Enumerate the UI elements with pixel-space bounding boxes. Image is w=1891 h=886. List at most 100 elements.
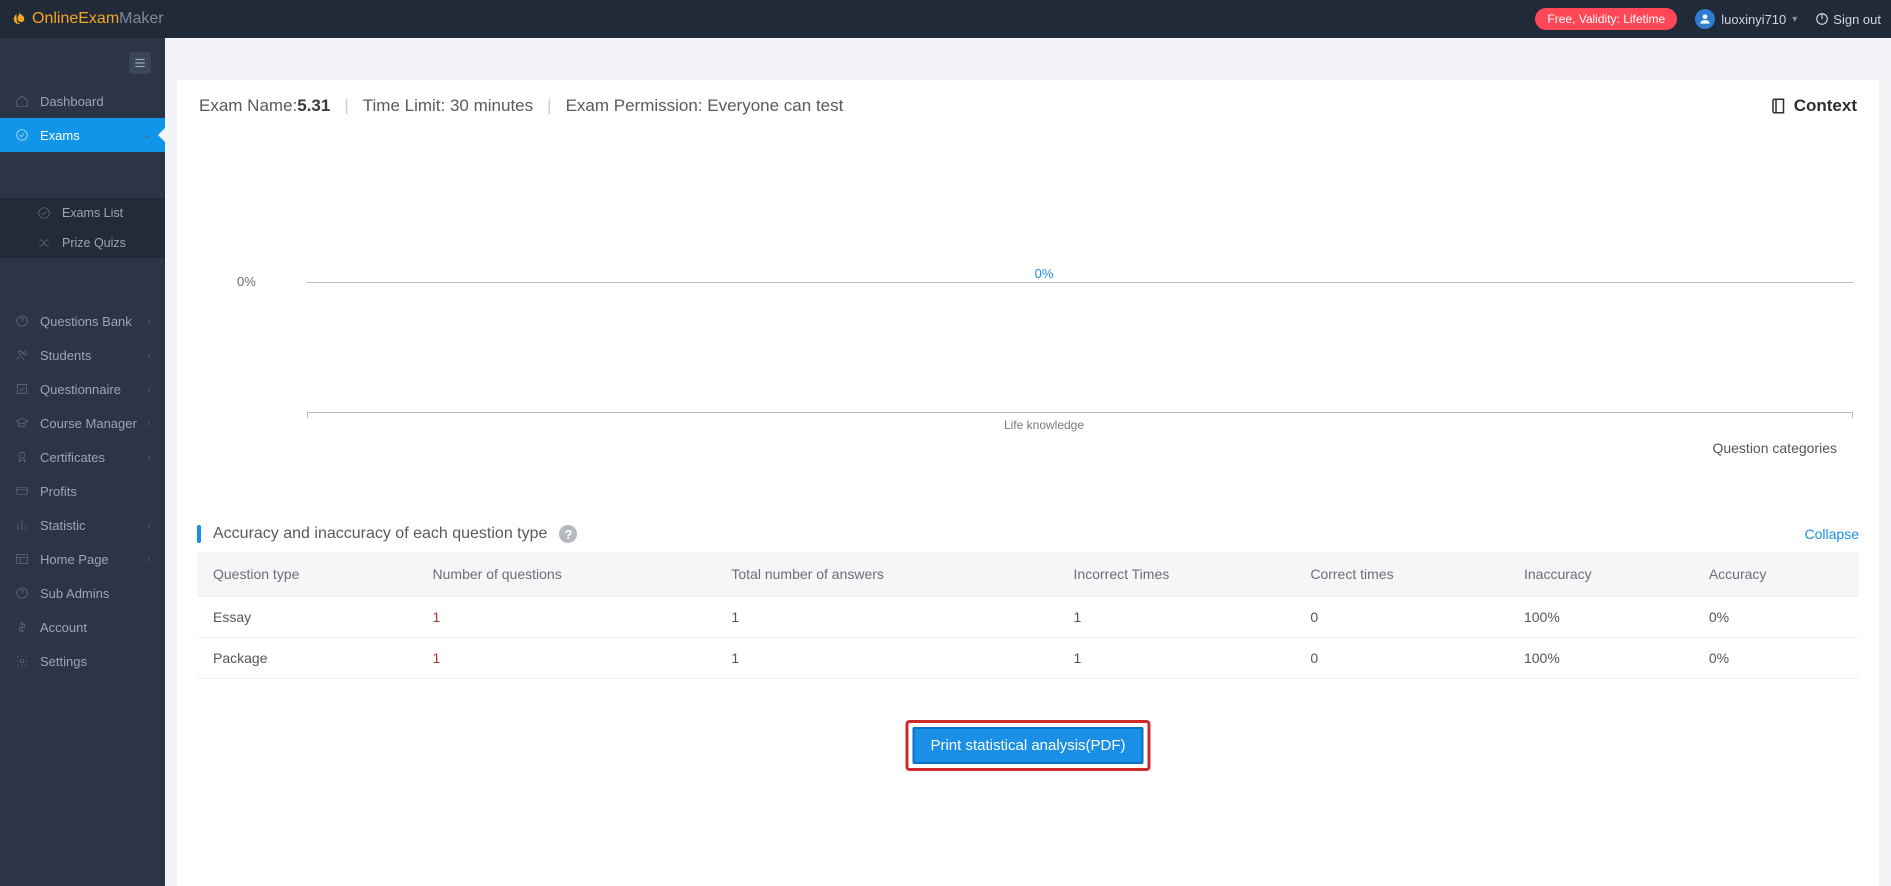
th-accuracy: Accuracy <box>1693 552 1859 597</box>
content-card: 0% 0% Life knowledge Question categories… <box>177 132 1879 886</box>
sidebar-item-label: Account <box>40 620 151 635</box>
sidebar-subitem-prize-quizs[interactable]: Prize Quizs <box>0 228 165 258</box>
cell-tna: 1 <box>715 638 1057 679</box>
sidebar-item-label: Course Manager <box>40 416 148 431</box>
cell-cor: 0 <box>1294 597 1508 638</box>
cell-inacc: 100% <box>1508 597 1693 638</box>
chevron-left-icon: ‹ <box>148 384 151 395</box>
exam-permission: Exam Permission: Everyone can test <box>566 96 844 116</box>
chart-tick <box>307 412 308 418</box>
cell-acc: 0% <box>1693 638 1859 679</box>
exam-name-label: Exam Name: <box>199 96 297 116</box>
th-number-questions: Number of questions <box>417 552 716 597</box>
power-icon <box>1815 12 1829 26</box>
sidebar-item-questions-bank[interactable]: Questions Bank ‹ <box>0 304 165 338</box>
accuracy-table: Question type Number of questions Total … <box>197 552 1859 679</box>
sidebar-item-label: Exams <box>40 128 143 143</box>
table-row: Package 1 1 1 0 100% 0% <box>197 638 1859 679</box>
user-menu[interactable]: luoxinyi710 ▾ <box>1695 9 1797 29</box>
time-limit: Time Limit: 30 minutes <box>363 96 533 116</box>
chart-category-label: Life knowledge <box>1004 418 1084 432</box>
help-icon[interactable]: ? <box>559 525 577 543</box>
gear-icon <box>14 653 30 669</box>
chevron-left-icon: ‹ <box>148 316 151 327</box>
sidebar-item-home-page[interactable]: Home Page ‹ <box>0 542 165 576</box>
th-question-type: Question type <box>197 552 417 597</box>
check-circle-icon <box>14 127 30 143</box>
chart-x-axis <box>307 412 1853 413</box>
signout-label: Sign out <box>1833 12 1881 27</box>
collapse-link[interactable]: Collapse <box>1805 526 1859 542</box>
sidebar-item-settings[interactable]: Settings <box>0 644 165 678</box>
help-circle-icon <box>14 313 30 329</box>
badge-icon <box>14 449 30 465</box>
main: Exam Name: 5.31 | Time Limit: 30 minutes… <box>165 38 1891 886</box>
topbar: OnlineExamMaker Free, Validity: Lifetime… <box>0 0 1891 38</box>
sidebar-subitem-exams-list[interactable]: Exams List <box>0 198 165 228</box>
chart-value-label: 0% <box>1035 266 1054 281</box>
brand-part1: OnlineExam <box>32 10 119 28</box>
graduation-cap-icon <box>14 415 30 431</box>
th-incorrect: Incorrect Times <box>1058 552 1295 597</box>
chevron-left-icon: ‹ <box>148 418 151 429</box>
check-circle-icon <box>36 205 52 221</box>
chevron-left-icon: ‹ <box>148 520 151 531</box>
sidebar-item-students[interactable]: Students ‹ <box>0 338 165 372</box>
context-label: Context <box>1794 96 1857 116</box>
bar-chart-icon <box>14 517 30 533</box>
avatar-icon <box>1695 9 1715 29</box>
chart-region: 0% 0% Life knowledge Question categories <box>227 140 1861 460</box>
page-header: Exam Name: 5.31 | Time Limit: 30 minutes… <box>177 80 1879 132</box>
book-icon <box>1770 97 1788 115</box>
section-header: Accuracy and inaccuracy of each question… <box>197 520 1859 548</box>
th-correct: Correct times <box>1294 552 1508 597</box>
context-button[interactable]: Context <box>1770 96 1857 116</box>
sidebar: Dashboard Exams ⌄ Exams List Prize Quizs… <box>0 38 165 886</box>
cell-nq[interactable]: 1 <box>417 597 716 638</box>
chart-tick <box>1852 412 1853 418</box>
sidebar-item-account[interactable]: Account <box>0 610 165 644</box>
sidebar-item-profits[interactable]: Profits <box>0 474 165 508</box>
cell-inc: 1 <box>1058 638 1295 679</box>
layout-icon <box>14 551 30 567</box>
divider: | <box>547 96 551 116</box>
sidebar-collapse-button[interactable] <box>129 52 151 74</box>
cell-inacc: 100% <box>1508 638 1693 679</box>
sidebar-item-sub-admins[interactable]: Sub Admins <box>0 576 165 610</box>
home-icon <box>14 93 30 109</box>
th-inaccuracy: Inaccuracy <box>1508 552 1693 597</box>
hamburger-icon <box>133 56 147 70</box>
sidebar-item-course-manager[interactable]: Course Manager ‹ <box>0 406 165 440</box>
table-row: Essay 1 1 1 0 100% 0% <box>197 597 1859 638</box>
sidebar-item-label: Profits <box>40 484 151 499</box>
chevron-left-icon: ‹ <box>148 350 151 361</box>
exam-name-value: 5.31 <box>297 96 330 116</box>
chart-x-title: Question categories <box>1712 440 1837 456</box>
sidebar-item-dashboard[interactable]: Dashboard <box>0 84 165 118</box>
sidebar-item-label: Sub Admins <box>40 586 151 601</box>
chevron-left-icon: ‹ <box>148 452 151 463</box>
sidebar-item-label: Prize Quizs <box>62 236 151 250</box>
shuffle-icon <box>36 235 52 251</box>
cell-type: Essay <box>197 597 417 638</box>
logo[interactable]: OnlineExamMaker <box>10 10 164 28</box>
section-accent-bar <box>197 525 201 543</box>
sidebar-item-label: Students <box>40 348 148 363</box>
help-circle-icon <box>14 585 30 601</box>
sidebar-item-questionnaire[interactable]: Questionnaire ‹ <box>0 372 165 406</box>
cell-cor: 0 <box>1294 638 1508 679</box>
print-pdf-button[interactable]: Print statistical analysis(PDF) <box>912 727 1143 764</box>
cell-nq[interactable]: 1 <box>417 638 716 679</box>
cell-acc: 0% <box>1693 597 1859 638</box>
sidebar-item-label: Certificates <box>40 450 148 465</box>
chart-zero-line <box>307 282 1853 283</box>
sidebar-item-certificates[interactable]: Certificates ‹ <box>0 440 165 474</box>
sidebar-item-exams[interactable]: Exams ⌄ <box>0 118 165 152</box>
th-total-answers: Total number of answers <box>715 552 1057 597</box>
signout-link[interactable]: Sign out <box>1815 12 1881 27</box>
brand-part2: Maker <box>119 10 163 28</box>
sidebar-item-statistic[interactable]: Statistic ‹ <box>0 508 165 542</box>
plan-pill[interactable]: Free, Validity: Lifetime <box>1535 8 1677 30</box>
chevron-down-icon: ⌄ <box>143 130 151 141</box>
section-title: Accuracy and inaccuracy of each question… <box>213 525 547 543</box>
